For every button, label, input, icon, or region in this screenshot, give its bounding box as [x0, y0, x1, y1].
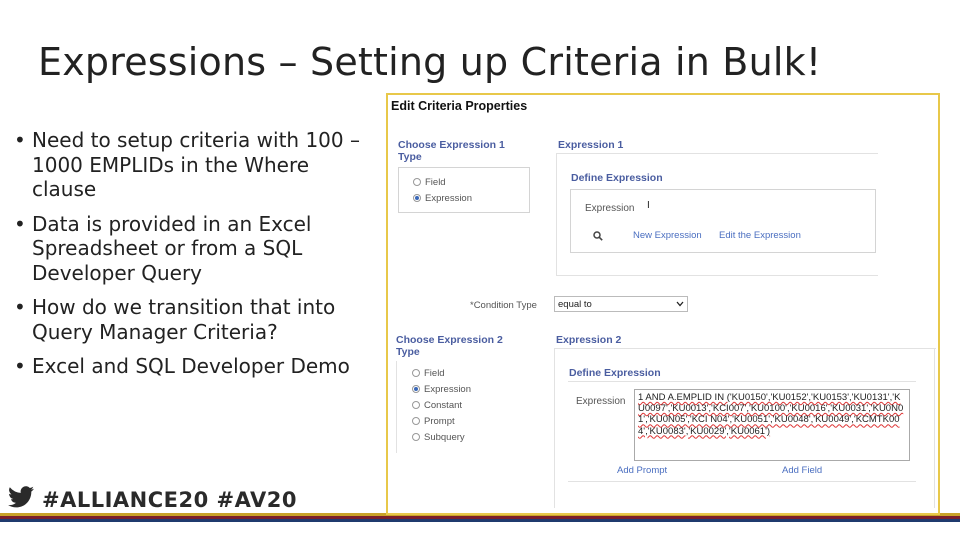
condition-type-value: equal to — [558, 298, 592, 310]
radio-field-1[interactable]: Field — [413, 174, 446, 190]
expression-2-type-group: Field Expression Constant Prompt Subquer… — [412, 365, 471, 445]
add-prompt-link[interactable]: Add Prompt — [617, 465, 667, 476]
edit-expression-link[interactable]: Edit the Expression — [719, 230, 801, 241]
radio-constant[interactable]: Constant — [412, 397, 471, 413]
define-expression-1-label: Define Expression — [571, 172, 663, 184]
bottom-stripe-navy — [0, 519, 960, 522]
divider — [934, 348, 935, 508]
divider — [556, 275, 878, 276]
radio-dot — [412, 369, 420, 377]
radio-dot — [412, 417, 420, 425]
bullet-item: How do we transition that into Query Man… — [14, 295, 374, 344]
radio-label: Field — [425, 176, 446, 188]
slide-title: Expressions – Setting up Criteria in Bul… — [38, 40, 822, 84]
footer-text: #ALLIANCE20 #AV20 — [42, 487, 297, 512]
divider — [554, 348, 555, 508]
bullet-item: Excel and SQL Developer Demo — [14, 354, 374, 379]
expression-1-field-label: Expression — [585, 203, 635, 214]
twitter-bird-icon — [8, 486, 34, 513]
divider — [568, 381, 916, 382]
footer-hashtags: #ALLIANCE20 #AV20 — [8, 486, 297, 513]
new-expression-link[interactable]: New Expression — [633, 230, 702, 241]
expression-2-textarea[interactable]: 1 AND A.EMPLID IN ('KU0150','KU0152','KU… — [634, 389, 910, 461]
radio-expression-2[interactable]: Expression — [412, 381, 471, 397]
radio-dot-selected — [412, 385, 420, 393]
radio-expression-1[interactable]: Expression — [413, 190, 472, 206]
expression-2-field-label: Expression — [576, 396, 626, 407]
panel-title: Edit Criteria Properties — [391, 99, 528, 113]
radio-field-2[interactable]: Field — [412, 365, 471, 381]
divider — [556, 153, 878, 154]
condition-type-label: *Condition Type — [470, 300, 537, 311]
edit-criteria-properties-screenshot: Edit Criteria Properties Choose Expressi… — [386, 93, 940, 515]
radio-dot — [412, 433, 420, 441]
expression-2-text: 1 AND A.EMPLID IN ('KU0150','KU0152','KU… — [638, 392, 904, 437]
radio-label: Field — [424, 367, 445, 379]
bullet-item: Data is provided in an Excel Spreadsheet… — [14, 212, 374, 286]
define-expression-1-box: Expression I New Expression Edit the Exp… — [570, 189, 876, 253]
expression-1-type-group: Field Expression — [398, 167, 530, 213]
divider — [396, 361, 397, 453]
expression-1-value[interactable]: I — [647, 200, 650, 211]
radio-prompt[interactable]: Prompt — [412, 413, 471, 429]
expression-1-header: Expression 1 — [558, 139, 624, 151]
radio-subquery[interactable]: Subquery — [412, 429, 471, 445]
chevron-down-icon — [676, 299, 684, 310]
choose-expression-2-type-label: Choose Expression 2 Type — [396, 334, 503, 358]
divider — [556, 153, 557, 275]
radio-label: Expression — [425, 192, 472, 204]
radio-label: Prompt — [424, 415, 455, 427]
bullet-list: Need to setup criteria with 100 – 1000 E… — [14, 128, 374, 389]
divider — [568, 481, 916, 482]
bullet-item: Need to setup criteria with 100 – 1000 E… — [14, 128, 374, 202]
define-expression-2-label: Define Expression — [569, 367, 661, 379]
radio-dot-selected — [413, 194, 421, 202]
radio-label: Constant — [424, 399, 463, 411]
condition-type-select[interactable]: equal to — [554, 296, 688, 312]
search-icon[interactable] — [593, 231, 603, 244]
radio-label: Subquery — [424, 431, 465, 443]
choose-expression-1-type-label: Choose Expression 1 Type — [398, 139, 505, 163]
divider — [554, 348, 936, 349]
radio-dot — [412, 401, 420, 409]
radio-label: Expression — [424, 383, 471, 395]
radio-dot — [413, 178, 421, 186]
add-field-link[interactable]: Add Field — [782, 465, 822, 476]
expression-2-header: Expression 2 — [556, 334, 622, 346]
